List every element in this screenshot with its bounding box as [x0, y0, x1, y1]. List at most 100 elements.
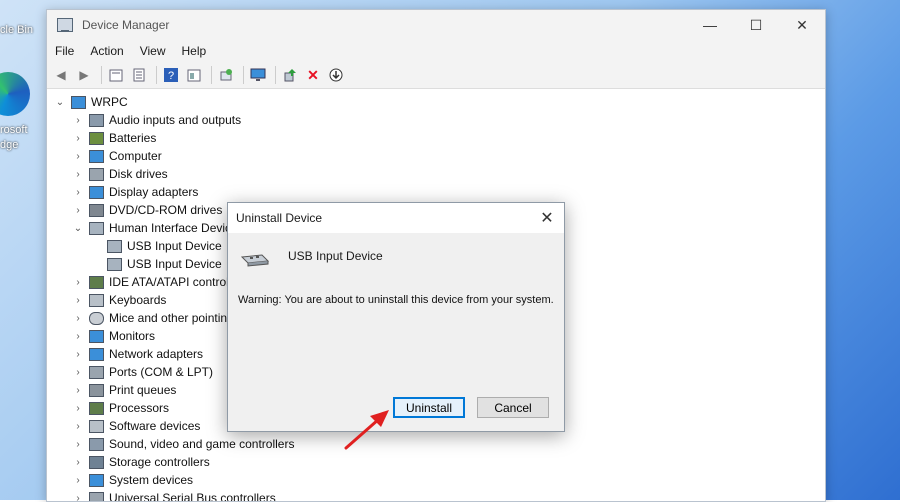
- tree-item-label: System devices: [109, 473, 193, 487]
- network-adapter-icon: [89, 348, 104, 361]
- close-button[interactable]: ✕: [779, 10, 825, 40]
- tree-item[interactable]: › Mice and other pointin: [73, 309, 227, 327]
- toolbar: ◀ ▶ ? ✕: [47, 62, 825, 89]
- tree-item[interactable]: › Ports (COM & LPT): [73, 363, 213, 381]
- chevron-right-icon[interactable]: ›: [73, 403, 83, 414]
- tree-item[interactable]: › Batteries: [73, 129, 156, 147]
- hid-icon: [89, 222, 104, 235]
- tree-item[interactable]: › Storage controllers: [73, 453, 210, 471]
- chevron-right-icon[interactable]: ›: [73, 493, 83, 502]
- tree-item[interactable]: › System devices: [73, 471, 193, 489]
- chevron-right-icon[interactable]: ›: [73, 439, 83, 450]
- chevron-right-icon[interactable]: ›: [73, 385, 83, 396]
- menu-view[interactable]: View: [132, 44, 174, 58]
- chevron-right-icon[interactable]: ›: [73, 421, 83, 432]
- chevron-right-icon[interactable]: ›: [73, 457, 83, 468]
- red-arrow-annotation: [343, 407, 393, 453]
- tree-item[interactable]: › Computer: [73, 147, 162, 165]
- chevron-down-icon[interactable]: ⌄: [55, 97, 65, 108]
- tree-item-label: Universal Serial Bus controllers: [109, 491, 276, 502]
- tree-item[interactable]: › Software devices: [73, 417, 200, 435]
- chevron-right-icon[interactable]: ›: [73, 313, 83, 324]
- tree-item-label: Batteries: [109, 131, 156, 145]
- chevron-right-icon[interactable]: ›: [73, 349, 83, 360]
- sound-icon: [89, 438, 104, 451]
- chevron-right-icon[interactable]: ›: [73, 331, 83, 342]
- tree-item[interactable]: › Print queues: [73, 381, 176, 399]
- download-icon[interactable]: [326, 65, 346, 85]
- cancel-button[interactable]: Cancel: [477, 397, 549, 418]
- chevron-right-icon[interactable]: ›: [73, 295, 83, 306]
- tree-item-label: Audio inputs and outputs: [109, 113, 241, 127]
- properties-icon[interactable]: [106, 65, 126, 85]
- dialog-title: Uninstall Device: [236, 211, 322, 225]
- tree-item[interactable]: › Universal Serial Bus controllers: [73, 489, 276, 502]
- mouse-icon: [89, 312, 104, 325]
- tree-item-label: Disk drives: [109, 167, 168, 181]
- chevron-right-icon[interactable]: ›: [73, 133, 83, 144]
- tree-item[interactable]: › Sound, video and game controllers: [73, 435, 294, 453]
- menu-file[interactable]: File: [47, 44, 82, 58]
- menu-help[interactable]: Help: [174, 44, 215, 58]
- chevron-right-icon[interactable]: ›: [73, 151, 83, 162]
- tree-item-label: USB Input Device: [127, 257, 222, 271]
- chevron-right-icon[interactable]: ›: [73, 205, 83, 216]
- tree-item-label: Storage controllers: [109, 455, 210, 469]
- chevron-right-icon[interactable]: ›: [73, 169, 83, 180]
- minimize-button[interactable]: —: [687, 10, 733, 40]
- port-icon: [89, 366, 104, 379]
- recycle-bin-label[interactable]: cle Bin: [0, 24, 33, 36]
- dialog-close-button[interactable]: ✕: [538, 209, 556, 227]
- tree-item[interactable]: › Network adapters: [73, 345, 203, 363]
- uninstall-button[interactable]: Uninstall: [393, 397, 465, 418]
- tree-item[interactable]: › IDE ATA/ATAPI controll: [73, 273, 231, 291]
- monitor-icon[interactable]: [248, 65, 268, 85]
- chevron-down-icon[interactable]: ⌄: [73, 223, 83, 234]
- tree-item[interactable]: › Audio inputs and outputs: [73, 111, 241, 129]
- tree-item[interactable]: › Disk drives: [73, 165, 168, 183]
- ide-controller-icon: [89, 276, 104, 289]
- chevron-right-icon[interactable]: ›: [73, 367, 83, 378]
- tree-child-item[interactable]: USB Input Device: [107, 237, 222, 255]
- speaker-icon: [89, 114, 104, 127]
- tree-item-label: Mice and other pointin: [109, 311, 227, 325]
- chevron-right-icon[interactable]: ›: [73, 115, 83, 126]
- processor-icon: [89, 402, 104, 415]
- tree-item[interactable]: › Keyboards: [73, 291, 166, 309]
- tree-item[interactable]: › Display adapters: [73, 183, 198, 201]
- battery-icon: [89, 132, 104, 145]
- chevron-right-icon[interactable]: ›: [73, 187, 83, 198]
- help-icon[interactable]: ?: [161, 65, 181, 85]
- title-bar[interactable]: Device Manager — ☐ ✕: [47, 10, 825, 40]
- edge-label[interactable]: rosoft: [0, 124, 28, 136]
- scan-hardware-icon[interactable]: [216, 65, 236, 85]
- usb-controller-icon: [89, 492, 104, 502]
- uninstall-device-icon[interactable]: ✕: [303, 65, 323, 85]
- back-icon[interactable]: ◀: [51, 65, 71, 85]
- tree-root[interactable]: ⌄ WRPC: [55, 93, 128, 111]
- tree-child-item[interactable]: USB Input Device: [107, 255, 222, 273]
- tree-item[interactable]: › DVD/CD-ROM drives: [73, 201, 222, 219]
- menu-bar: File Action View Help: [47, 40, 825, 62]
- device-manager-icon: [57, 18, 73, 32]
- forward-icon[interactable]: ▶: [74, 65, 94, 85]
- computer-icon: [89, 150, 104, 163]
- chevron-right-icon[interactable]: ›: [73, 277, 83, 288]
- computer-icon: [71, 96, 86, 109]
- chevron-right-icon[interactable]: ›: [73, 475, 83, 486]
- tree-item-label: Keyboards: [109, 293, 166, 307]
- tree-item[interactable]: › Processors: [73, 399, 169, 417]
- edge-label-2[interactable]: dge: [0, 139, 18, 151]
- tree-item-label: Print queues: [109, 383, 176, 397]
- dialog-title-bar[interactable]: Uninstall Device ✕: [228, 203, 564, 233]
- dvd-drive-icon: [89, 204, 104, 217]
- tree-item-expanded[interactable]: ⌄ Human Interface Devic: [73, 219, 231, 237]
- edge-icon[interactable]: [0, 72, 30, 116]
- details-icon[interactable]: [184, 65, 204, 85]
- update-driver-icon[interactable]: [280, 65, 300, 85]
- maximize-button[interactable]: ☐: [733, 10, 779, 40]
- menu-action[interactable]: Action: [82, 44, 131, 58]
- tree-item[interactable]: › Monitors: [73, 327, 155, 345]
- list-view-icon[interactable]: [129, 65, 149, 85]
- tree-item-label: Ports (COM & LPT): [109, 365, 213, 379]
